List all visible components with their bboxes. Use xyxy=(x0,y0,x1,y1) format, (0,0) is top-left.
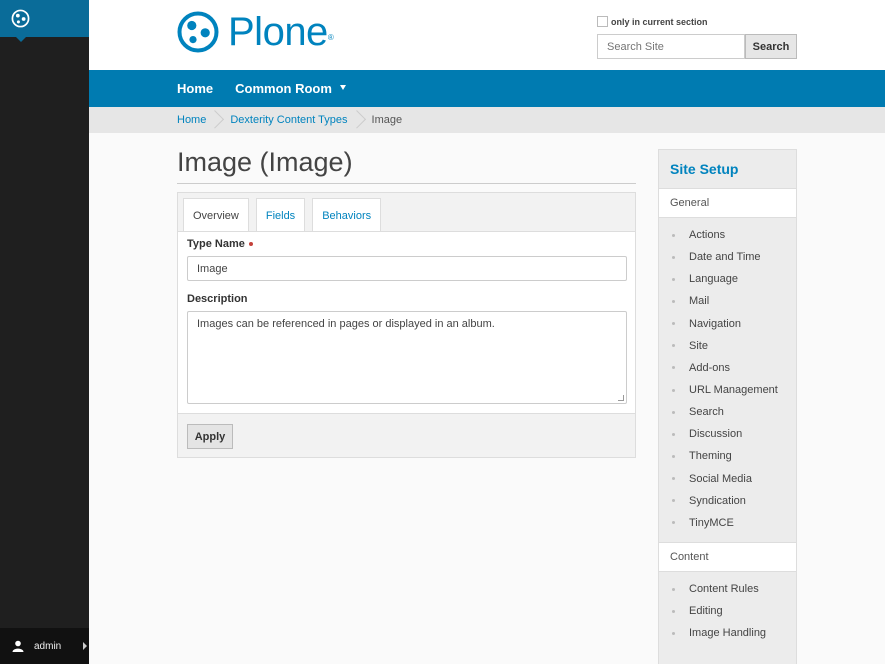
sidebar-item-navigation[interactable]: Navigation xyxy=(659,313,796,335)
plone-logo-icon xyxy=(11,9,30,28)
site-header: Plone® only in current section Search xyxy=(89,0,885,70)
required-indicator-icon xyxy=(248,242,253,246)
tab-fields[interactable]: Fields xyxy=(255,198,306,232)
nav-item-common-room[interactable]: Common Room xyxy=(235,81,346,96)
form-body: Type Name Image Description Images can b… xyxy=(178,231,635,414)
tab-behaviors[interactable]: Behaviors xyxy=(312,198,382,232)
bullet-icon xyxy=(672,454,675,458)
title-divider xyxy=(177,183,636,184)
plone-logo-icon xyxy=(177,11,219,53)
bullet-icon xyxy=(672,410,675,414)
logo-text: Plone® xyxy=(228,10,334,54)
sidebar-item-theming[interactable]: Theming xyxy=(659,445,796,467)
section-general: General xyxy=(659,188,796,218)
breadcrumb-separator xyxy=(356,107,364,133)
type-name-field[interactable]: Image xyxy=(187,256,627,281)
breadcrumb: Home Dexterity Content Types Image xyxy=(89,107,885,133)
toolbar-username: admin xyxy=(34,640,62,652)
bullet-icon xyxy=(672,322,675,326)
bullet-icon xyxy=(672,499,675,503)
caret-down-icon xyxy=(339,85,346,90)
breadcrumb-current: Image xyxy=(371,114,403,126)
sidebar-item-url-management[interactable]: URL Management xyxy=(659,379,796,401)
type-name-label: Type Name xyxy=(187,238,253,250)
breadcrumb-dexterity-content-types[interactable]: Dexterity Content Types xyxy=(230,114,347,126)
section-content: Content xyxy=(659,541,796,572)
sidebar-item-language[interactable]: Language xyxy=(659,268,796,290)
nav-item-home[interactable]: Home xyxy=(177,81,213,96)
content-list: Content Rules Editing Image Handling xyxy=(659,572,796,652)
current-section-checkbox[interactable] xyxy=(597,16,608,27)
sidebar-item-tinymce[interactable]: TinyMCE xyxy=(659,512,796,534)
bullet-icon xyxy=(672,344,675,348)
breadcrumb-separator xyxy=(214,107,222,133)
tab-overview[interactable]: Overview xyxy=(183,198,249,232)
sidebar-item-add-ons[interactable]: Add-ons xyxy=(659,357,796,379)
description-field[interactable]: Images can be referenced in pages or dis… xyxy=(187,311,627,404)
site-logo[interactable]: Plone® xyxy=(177,10,334,54)
resize-handle-icon[interactable] xyxy=(618,395,624,401)
bullet-icon xyxy=(672,277,675,281)
sidebar-item-social-media[interactable]: Social Media xyxy=(659,468,796,490)
breadcrumb-home[interactable]: Home xyxy=(177,114,206,126)
bullet-icon xyxy=(672,299,675,303)
sidebar-item-mail[interactable]: Mail xyxy=(659,290,796,312)
toolbar-user-menu[interactable]: admin xyxy=(0,628,89,664)
search-button[interactable]: Search xyxy=(745,34,797,59)
sidebar-item-discussion[interactable]: Discussion xyxy=(659,423,796,445)
bullet-icon xyxy=(672,587,675,591)
bullet-icon xyxy=(672,366,675,370)
global-nav: Home Common Room xyxy=(89,70,885,107)
sidebar-item-search[interactable]: Search xyxy=(659,401,796,423)
bullet-icon xyxy=(672,609,675,613)
sidebar-item-content-rules[interactable]: Content Rules xyxy=(659,578,796,600)
sidebar-item-editing[interactable]: Editing xyxy=(659,600,796,622)
content-type-form: Overview Fields Behaviors Type Name Imag… xyxy=(177,192,636,458)
bullet-icon xyxy=(672,477,675,481)
nav-item-common-room-label: Common Room xyxy=(235,81,332,96)
search-input[interactable] xyxy=(597,34,745,59)
sidebar-item-site[interactable]: Site xyxy=(659,335,796,357)
toolbar-logo-button[interactable] xyxy=(0,0,89,42)
bullet-icon xyxy=(672,631,675,635)
form-tabs: Overview Fields Behaviors xyxy=(183,198,388,232)
sidebar-item-syndication[interactable]: Syndication xyxy=(659,490,796,512)
site-setup-title[interactable]: Site Setup xyxy=(659,150,796,188)
search-form: Search xyxy=(597,34,797,59)
sidebar-item-image-handling[interactable]: Image Handling xyxy=(659,622,796,644)
bullet-icon xyxy=(672,255,675,259)
apply-button[interactable]: Apply xyxy=(187,424,233,449)
description-label: Description xyxy=(187,293,248,305)
search-current-section-option[interactable]: only in current section xyxy=(597,16,708,27)
page-title: Image (Image) xyxy=(177,147,353,177)
sidebar-item-actions[interactable]: Actions xyxy=(659,224,796,246)
plone-toolbar: admin xyxy=(0,0,89,664)
current-section-label: only in current section xyxy=(611,16,708,27)
bullet-icon xyxy=(672,432,675,436)
sidebar-item-date-and-time[interactable]: Date and Time xyxy=(659,246,796,268)
bullet-icon xyxy=(672,233,675,237)
general-list: Actions Date and Time Language Mail Navi… xyxy=(659,218,796,542)
site-setup-portlet: Site Setup General Actions Date and Time… xyxy=(658,149,797,664)
description-text: Images can be referenced in pages or dis… xyxy=(197,318,495,330)
bullet-icon xyxy=(672,521,675,525)
user-icon xyxy=(12,640,24,652)
bullet-icon xyxy=(672,388,675,392)
chevron-right-icon xyxy=(83,642,87,650)
